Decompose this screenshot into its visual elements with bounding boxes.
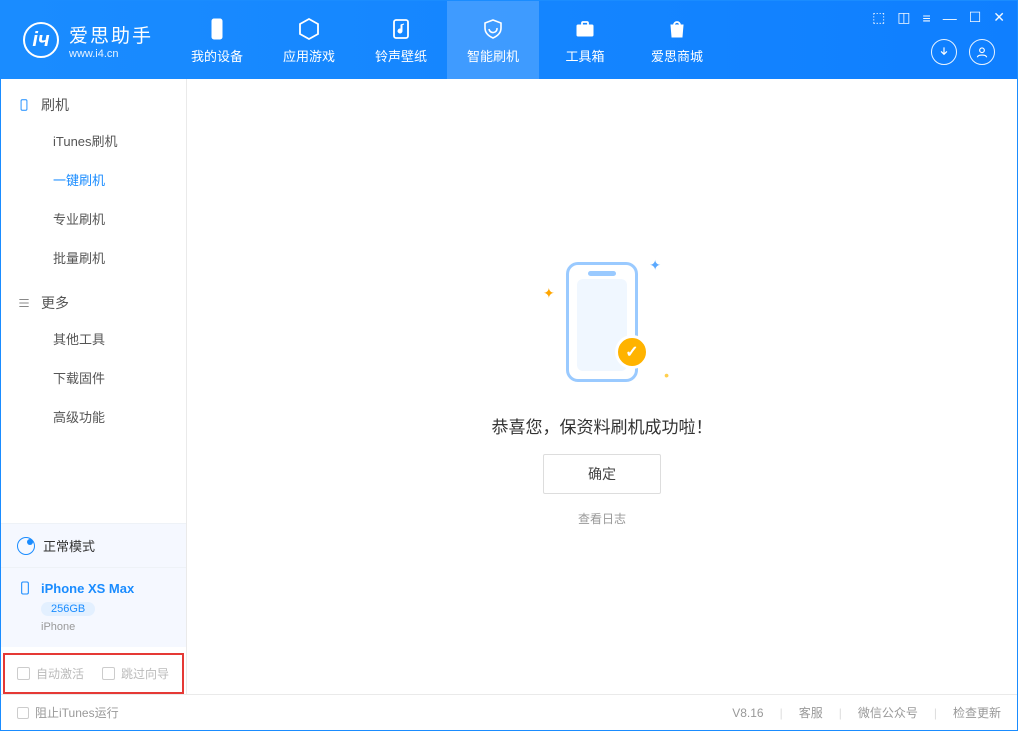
phone-icon [204,16,230,42]
minimize-button[interactable]: — [943,10,957,26]
wechat-link[interactable]: 微信公众号 [858,704,918,721]
refresh-shield-icon [480,16,506,42]
view-log-link[interactable]: 查看日志 [578,510,626,527]
block-itunes-checkbox[interactable]: 阻止iTunes运行 [17,704,119,721]
bag-icon [664,16,690,42]
shirt-icon[interactable]: ⬚ [872,9,885,26]
sparkle-icon: • [664,367,669,383]
sidebar-item-oneclick-flash[interactable]: 一键刷机 [1,160,186,199]
status-dot-icon [17,537,35,555]
support-link[interactable]: 客服 [799,704,823,721]
sidebar-item-batch-flash[interactable]: 批量刷机 [1,238,186,277]
sparkle-icon: ✦ [543,285,555,302]
device-type: iPhone [41,621,170,633]
download-button[interactable] [931,39,957,65]
main-content: ✦ ✦ • ✓ 恭喜您，保资料刷机成功啦！ 确定 查看日志 [187,79,1017,694]
body: 刷机 iTunes刷机 一键刷机 专业刷机 批量刷机 更多 其他工具 下载固件 … [1,79,1017,694]
cube-icon [296,16,322,42]
sidebar-item-download-firmware[interactable]: 下载固件 [1,358,186,397]
sidebar-item-pro-flash[interactable]: 专业刷机 [1,199,186,238]
device-name: iPhone XS Max [41,581,134,596]
success-illustration: ✦ ✦ • ✓ [537,247,667,397]
sidebar-item-itunes-flash[interactable]: iTunes刷机 [1,121,186,160]
briefcase-icon [572,16,598,42]
footer: 阻止iTunes运行 V8.16 | 客服 | 微信公众号 | 检查更新 [1,694,1017,730]
logo[interactable]: iч 爱思助手 www.i4.cn [1,1,171,79]
skip-guide-checkbox[interactable]: 跳过向导 [102,665,169,682]
logo-icon: iч [23,22,59,58]
nav-ringtones[interactable]: 铃声壁纸 [355,1,447,79]
sidebar-item-advanced[interactable]: 高级功能 [1,397,186,436]
device-mode-status[interactable]: 正常模式 [1,523,186,567]
checkbox-icon [17,707,29,719]
account-button[interactable] [969,39,995,65]
window-controls: ⬚ ◫ ≡ — ☐ ✕ [872,9,1005,26]
success-message: 恭喜您，保资料刷机成功啦！ [492,413,713,438]
sidebar: 刷机 iTunes刷机 一键刷机 专业刷机 批量刷机 更多 其他工具 下载固件 … [1,79,187,694]
nav-apps[interactable]: 应用游戏 [263,1,355,79]
sidebar-item-other-tools[interactable]: 其他工具 [1,319,186,358]
checkbox-icon [102,667,115,680]
sidebar-group-more: 更多 [1,277,186,319]
sidebar-group-flash: 刷机 [1,79,186,121]
menu-icon[interactable]: ≡ [923,10,931,26]
nav-store[interactable]: 爱思商城 [631,1,723,79]
list-icon [17,296,31,310]
checkbox-icon [17,667,30,680]
confirm-button[interactable]: 确定 [543,454,661,494]
phone-outline-icon [17,98,31,112]
app-title: 爱思助手 [69,21,153,48]
close-button[interactable]: ✕ [993,9,1005,26]
nav-my-device[interactable]: 我的设备 [171,1,263,79]
top-nav: 我的设备 应用游戏 铃声壁纸 智能刷机 工具箱 爱思商城 [171,1,723,79]
check-update-link[interactable]: 检查更新 [953,704,1001,721]
app-url: www.i4.cn [69,48,153,60]
app-window: iч 爱思助手 www.i4.cn 我的设备 应用游戏 铃声壁纸 智能刷机 [0,0,1018,731]
check-badge-icon: ✓ [615,335,649,369]
header-actions [931,39,995,65]
maximize-button[interactable]: ☐ [969,9,982,26]
feedback-icon[interactable]: ◫ [897,9,910,26]
music-icon [388,16,414,42]
device-card[interactable]: iPhone XS Max 256GB iPhone [1,567,186,647]
highlighted-checkboxes: 自动激活 跳过向导 [3,653,184,694]
device-icon [17,580,33,596]
auto-activate-checkbox[interactable]: 自动激活 [17,665,84,682]
device-capacity: 256GB [41,602,95,616]
version-label: V8.16 [732,706,763,720]
header: iч 爱思助手 www.i4.cn 我的设备 应用游戏 铃声壁纸 智能刷机 [1,1,1017,79]
nav-flash[interactable]: 智能刷机 [447,1,539,79]
nav-toolbox[interactable]: 工具箱 [539,1,631,79]
sparkle-icon: ✦ [649,257,661,274]
